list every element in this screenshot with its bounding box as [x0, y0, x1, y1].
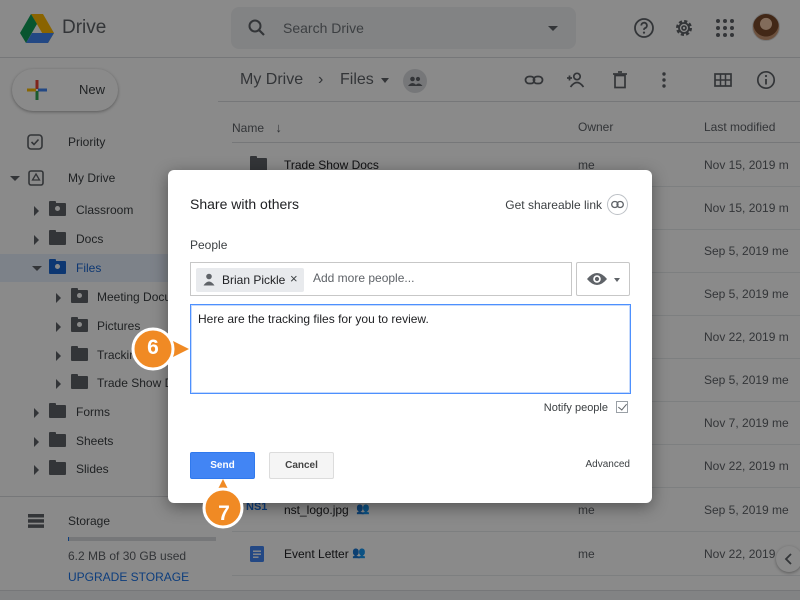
notify-people-checkbox[interactable] — [616, 401, 628, 413]
recipient-chip[interactable]: Brian Pickle × — [196, 268, 304, 292]
share-dialog: Share with others Get shareable link Peo… — [168, 170, 652, 503]
people-input-box[interactable]: Brian Pickle × — [190, 262, 572, 296]
step-number: 7 — [218, 502, 230, 525]
message-textarea[interactable]: Here are the tracking files for you to r… — [190, 304, 631, 394]
person-icon — [203, 273, 215, 286]
chevron-down-icon — [614, 278, 620, 282]
link-icon[interactable] — [607, 194, 628, 215]
step-number: 6 — [147, 336, 159, 359]
step-6-callout: 6 — [131, 327, 189, 371]
step-7-callout: 7 — [202, 479, 246, 537]
add-people-input[interactable] — [313, 271, 563, 285]
advanced-link[interactable]: Advanced — [586, 459, 630, 470]
notify-people-label: Notify people — [543, 402, 608, 414]
cancel-button[interactable]: Cancel — [269, 452, 334, 479]
eye-icon — [587, 273, 607, 285]
dialog-title: Share with others — [190, 196, 299, 212]
permission-dropdown-button[interactable] — [576, 262, 630, 296]
recipient-name: Brian Pickle — [222, 273, 286, 287]
remove-recipient-close-icon[interactable]: × — [290, 271, 298, 286]
get-shareable-link-label: Get shareable link — [505, 198, 602, 212]
send-button[interactable]: Send — [190, 452, 255, 479]
people-label: People — [190, 238, 228, 252]
